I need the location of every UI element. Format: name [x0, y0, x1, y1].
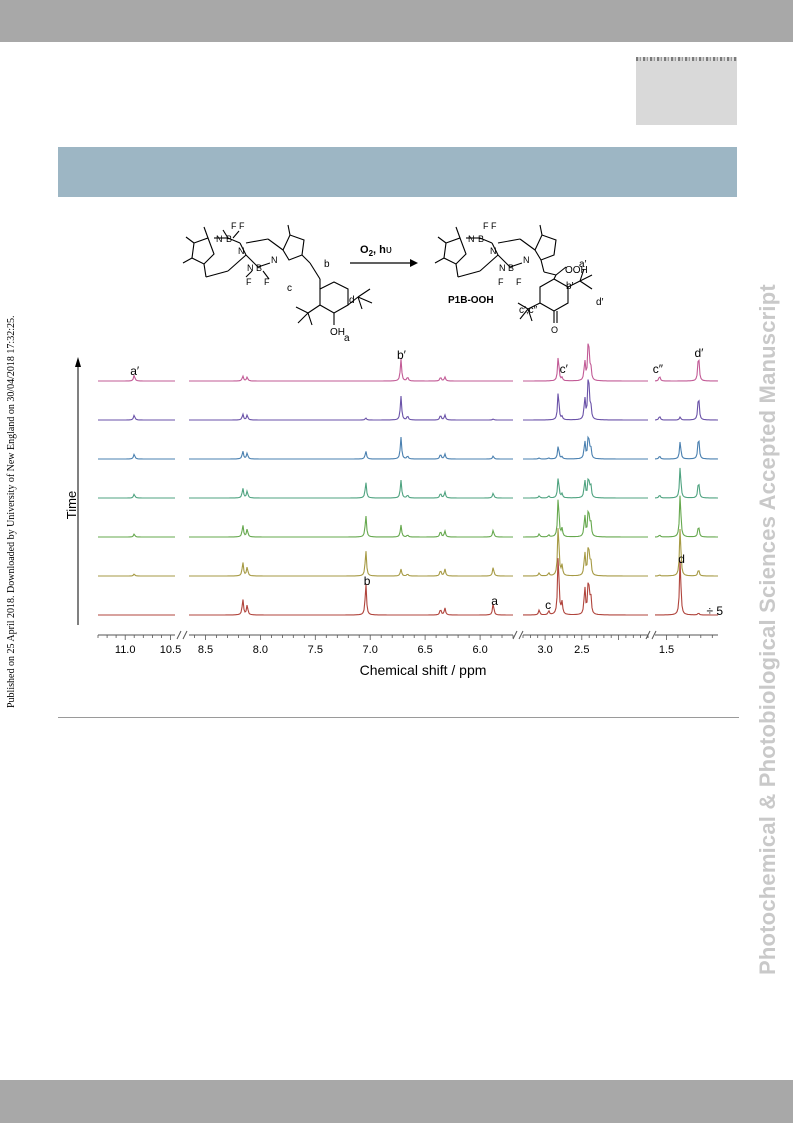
atom-N: N — [271, 255, 278, 265]
reactant-structure — [182, 224, 373, 326]
atom-B: B — [256, 263, 262, 273]
nmr-trace — [98, 379, 718, 421]
axis-break — [512, 630, 524, 640]
atom-N: N — [468, 234, 475, 244]
x-tick-label: 7.0 — [363, 644, 378, 656]
figure-svg: F F B N N N B N F F b c d OH a O2, hυ F … — [64, 221, 728, 678]
nmr-trace — [98, 467, 718, 499]
peak-label: c″ — [653, 362, 664, 376]
peak-label: d′ — [695, 346, 705, 360]
nmr-trace — [98, 558, 718, 616]
bottom-gray-bar — [0, 1080, 793, 1123]
atom-N: N — [216, 234, 223, 244]
atom-F: F — [264, 277, 270, 287]
label-c: c — [287, 283, 292, 294]
atom-F: F — [246, 277, 252, 287]
download-note: Published on 25 April 2018. Downloaded b… — [6, 315, 17, 708]
peak-label: b′ — [397, 348, 407, 362]
atom-F: F — [231, 221, 237, 231]
peak-label: ÷ 5* — [707, 604, 724, 618]
top-gray-bar — [0, 0, 793, 42]
logo-barcode-strip — [636, 57, 737, 61]
x-tick-label: 8.0 — [253, 644, 268, 656]
x-axis: 11.0 10.5 8.5 8.0 7.5 7.0 6.5 6.0 3.0 2.5 1.5 — [97, 630, 718, 656]
atom-F: F — [498, 277, 504, 287]
atom-B: B — [478, 234, 484, 244]
reactant-site-labels: b c d OH a — [287, 259, 355, 344]
x-tick-label: 10.5 — [160, 644, 181, 656]
peak-label: d — [678, 552, 685, 566]
axis-break — [645, 630, 657, 640]
axis-break — [176, 630, 188, 640]
x-tick-label: 6.5 — [417, 644, 432, 656]
atom-N: N — [499, 263, 506, 273]
product-label: P1B-OOH — [448, 295, 494, 306]
atom-O: O — [551, 325, 558, 335]
peak-label: c — [545, 598, 551, 612]
peak-label: c′ — [560, 362, 569, 376]
product-atom-labels: F F B N N N B N F F O — [468, 221, 558, 335]
nmr-traces — [98, 343, 719, 616]
nmr-trace — [98, 435, 719, 460]
x-tick-label: 3.0 — [537, 644, 552, 656]
x-tick-label: 2.5 — [574, 644, 589, 656]
atom-N: N — [523, 255, 530, 265]
peak-label: a′ — [130, 364, 140, 378]
journal-watermark: Photochemical & Photobiological Sciences… — [755, 284, 780, 975]
reaction-arrow — [350, 259, 418, 267]
label-b-prime: b′ — [566, 281, 574, 292]
atom-F: F — [483, 221, 489, 231]
x-tick-label: 8.5 — [198, 644, 213, 656]
atom-N: N — [247, 263, 254, 273]
x-tick-label: 6.0 — [472, 644, 487, 656]
reaction-conditions: O2, hυ — [360, 244, 392, 258]
x-tick-label: 11.0 — [115, 644, 136, 656]
caption-divider — [58, 717, 739, 718]
peak-label: a — [491, 594, 498, 608]
label-c-prime: c′,c″ — [519, 305, 538, 316]
figure: F F B N N N B N F F b c d OH a O2, hυ F … — [58, 205, 728, 690]
atom-N: N — [238, 246, 245, 256]
y-axis-label: Time — [64, 491, 79, 519]
label-d: d — [349, 295, 355, 306]
atom-N: N — [490, 246, 497, 256]
label-ooh: OOH — [565, 265, 588, 276]
journal-logo-placeholder — [636, 57, 737, 125]
label-b: b — [324, 259, 330, 270]
atom-F: F — [516, 277, 522, 287]
atom-F: F — [239, 221, 245, 231]
label-a: a — [344, 333, 350, 344]
x-tick-label: 7.5 — [308, 644, 323, 656]
reactant-atom-labels: F F B N N N B N F F — [216, 221, 278, 287]
atom-B: B — [508, 263, 514, 273]
x-axis-label: Chemical shift / ppm — [360, 662, 487, 678]
label-oh: OH — [330, 327, 345, 338]
atom-B: B — [226, 234, 232, 244]
label-d-prime: d′ — [596, 297, 604, 308]
nmr-trace — [98, 495, 718, 538]
x-tick-label: 1.5 — [659, 644, 674, 656]
peak-labels: a′ b′ c′ c″ d′ b a c d ÷ 5* — [130, 346, 728, 618]
nmr-trace — [98, 343, 719, 382]
atom-F: F — [491, 221, 497, 231]
header-band — [58, 147, 737, 197]
peak-label: b — [364, 574, 371, 588]
